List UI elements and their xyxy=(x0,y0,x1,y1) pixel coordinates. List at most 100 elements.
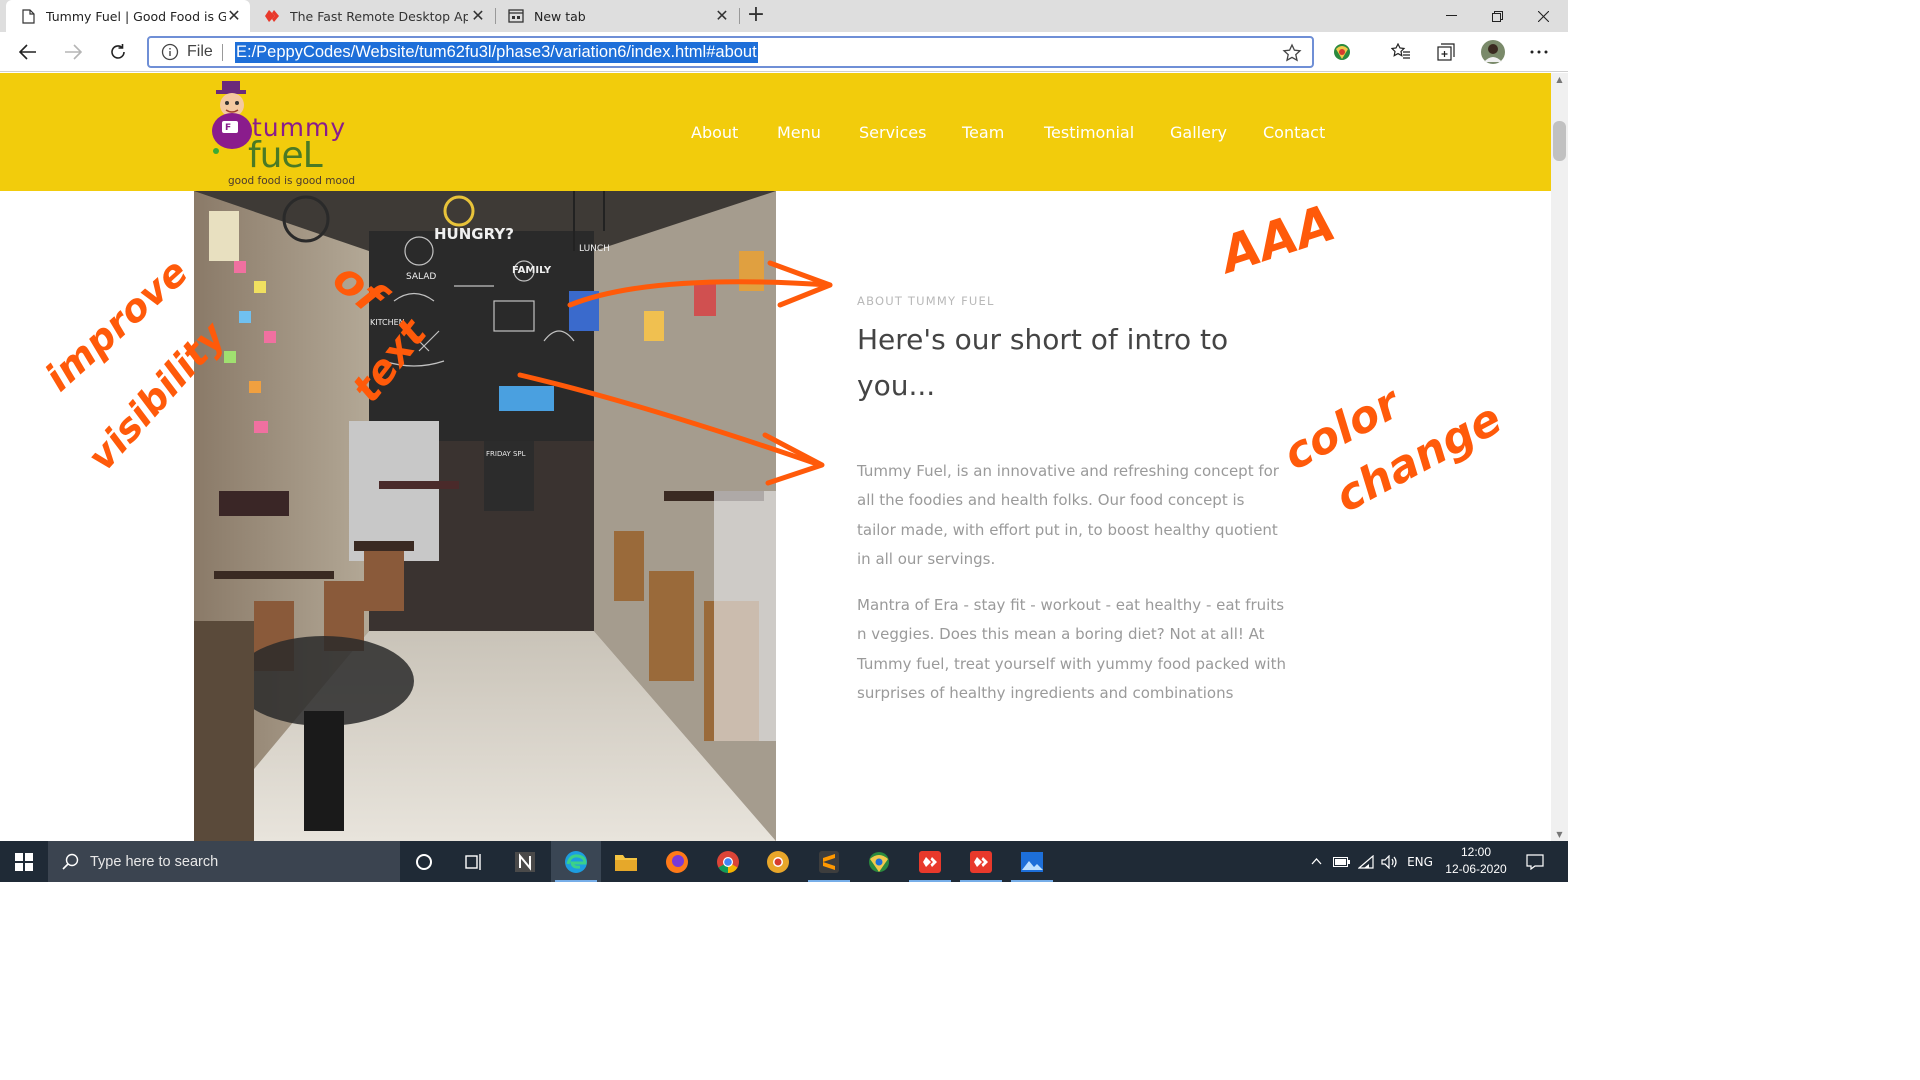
nav-about[interactable]: About xyxy=(691,123,738,142)
taskbar-app-anydesk-2[interactable] xyxy=(956,841,1006,882)
start-button[interactable] xyxy=(0,841,48,882)
taskbar-clock[interactable]: 12:00 12-06-2020 xyxy=(1438,844,1514,878)
photo-text-hungry: HUNGRY? xyxy=(434,225,514,243)
notion-icon xyxy=(515,851,535,872)
scroll-thumb[interactable] xyxy=(1553,121,1566,161)
info-icon[interactable] xyxy=(161,43,179,61)
folder-icon xyxy=(615,854,637,871)
page-scrollbar[interactable]: ▲ ▼ xyxy=(1551,73,1568,841)
taskbar-app-edge[interactable] xyxy=(551,841,601,882)
logo-tagline: good food is good mood xyxy=(228,175,356,187)
scheme-label: File xyxy=(187,43,213,60)
tab-title: The Fast Remote Desktop Application xyxy=(290,8,468,24)
chrome-canary-icon xyxy=(767,850,789,873)
close-window-button[interactable] xyxy=(1520,0,1566,32)
extension-icon[interactable] xyxy=(1326,36,1358,68)
photo-text-salad: SALAD xyxy=(406,272,436,282)
scroll-down-arrow[interactable]: ▼ xyxy=(1555,830,1564,839)
refresh-button[interactable] xyxy=(102,36,134,68)
photo-text-kitchen: KITCHEN xyxy=(370,318,405,327)
about-kicker: ABOUT TUMMY FUEL xyxy=(857,294,995,308)
photo-text-lunch: LUNCH xyxy=(579,244,610,254)
notifications-icon[interactable] xyxy=(1520,841,1550,882)
sublime-text-icon xyxy=(819,850,839,873)
windows-taskbar: Type here to search ENG 12:00 12-06-2020 xyxy=(0,841,1568,882)
wifi-icon[interactable] xyxy=(1355,841,1377,882)
photo-text-family: FAMILY xyxy=(512,265,552,276)
annotation-change: change xyxy=(1327,393,1510,522)
windows-logo-icon xyxy=(15,852,33,871)
taskbar-app-globe[interactable] xyxy=(854,841,904,882)
tab-new-tab[interactable]: New tab ✕ xyxy=(494,0,738,32)
tab-anydesk[interactable]: The Fast Remote Desktop Application ✕ xyxy=(250,0,494,32)
scroll-up-arrow[interactable]: ▲ xyxy=(1555,75,1564,84)
more-menu-icon[interactable] xyxy=(1523,36,1555,68)
task-view-button[interactable] xyxy=(449,841,499,882)
annotation-color: color xyxy=(1275,377,1410,481)
taskbar-app-anydesk-1[interactable] xyxy=(905,841,955,882)
tray-overflow-icon[interactable] xyxy=(1306,841,1326,882)
forward-button[interactable] xyxy=(57,36,89,68)
site-header: F tummy fueL good food is good mood Abou… xyxy=(0,73,1551,191)
restore-button[interactable] xyxy=(1474,0,1520,32)
profile-avatar[interactable] xyxy=(1477,36,1509,68)
logo-badge: F xyxy=(225,123,232,133)
site-logo[interactable]: F tummy fueL good food is good mood xyxy=(204,79,374,187)
language-indicator[interactable]: ENG xyxy=(1404,841,1436,882)
cortana-button[interactable] xyxy=(399,841,449,882)
tab-strip: Tummy Fuel | Good Food is Good Mood ✕ Th… xyxy=(0,0,1568,32)
tab-divider xyxy=(739,8,740,24)
volume-icon[interactable] xyxy=(1378,841,1400,882)
edge-icon xyxy=(565,850,587,873)
search-placeholder: Type here to search xyxy=(90,853,219,870)
tab-title: New tab xyxy=(534,8,586,24)
nav-gallery[interactable]: Gallery xyxy=(1170,123,1227,142)
nav-team[interactable]: Team xyxy=(962,123,1004,142)
nav-menu[interactable]: Menu xyxy=(777,123,821,142)
firefox-icon xyxy=(666,850,688,873)
address-bar[interactable]: File E:/PeppyCodes/Website/tum62fu3l/pha… xyxy=(147,36,1314,68)
favorite-star-icon[interactable] xyxy=(1282,43,1302,63)
chrome-icon xyxy=(717,850,739,873)
favorites-icon[interactable] xyxy=(1385,36,1417,68)
back-button[interactable] xyxy=(12,36,44,68)
nav-testimonial[interactable]: Testimonial xyxy=(1044,123,1134,142)
close-tab-icon[interactable]: ✕ xyxy=(714,8,730,24)
task-view-icon xyxy=(465,853,481,870)
about-photo: HUNGRY? FAMILY SALAD KITCHEN LUNCH FRIDA… xyxy=(194,191,776,841)
taskbar-app-chrome-canary[interactable] xyxy=(753,841,803,882)
about-heading: Here's our short of intro to you... xyxy=(857,323,1229,402)
search-icon xyxy=(62,853,79,870)
collections-icon[interactable] xyxy=(1430,36,1462,68)
globe-app-icon xyxy=(869,851,889,872)
new-tab-button[interactable]: + xyxy=(744,4,768,28)
taskbar-app-photos[interactable] xyxy=(1007,841,1057,882)
annotation-arrowhead-upper xyxy=(767,260,833,308)
cortana-icon xyxy=(416,853,432,870)
close-tab-icon[interactable]: ✕ xyxy=(470,8,486,24)
battery-icon[interactable] xyxy=(1330,841,1352,882)
about-paragraph-2: Mantra of Era - stay fit - workout - eat… xyxy=(857,596,1286,702)
nav-services[interactable]: Services xyxy=(859,123,926,142)
url-text[interactable]: E:/PeppyCodes/Website/tum62fu3l/phase3/v… xyxy=(235,42,758,63)
photos-icon xyxy=(1021,851,1043,872)
newtab-icon xyxy=(508,8,524,24)
photo-text-friday: FRIDAY SPL xyxy=(486,450,526,458)
taskbar-app-explorer[interactable] xyxy=(601,841,651,882)
tab-tummy-fuel[interactable]: Tummy Fuel | Good Food is Good Mood ✕ xyxy=(6,0,250,32)
close-tab-icon[interactable]: ✕ xyxy=(226,8,242,24)
annotation-improve: improve xyxy=(37,250,197,400)
minimize-button[interactable] xyxy=(1428,0,1474,32)
page-icon xyxy=(20,8,36,24)
taskbar-app-chrome[interactable] xyxy=(703,841,753,882)
annotation-aaa: AAA xyxy=(1210,193,1342,285)
taskbar-search[interactable]: Type here to search xyxy=(48,841,400,882)
logo-word-fuel: fueL xyxy=(248,135,323,176)
taskbar-app-sublime[interactable] xyxy=(804,841,854,882)
taskbar-app-notion[interactable] xyxy=(500,841,550,882)
nav-contact[interactable]: Contact xyxy=(1263,123,1325,142)
page-viewport: F tummy fueL good food is good mood Abou… xyxy=(0,73,1551,841)
about-paragraph-1: Tummy Fuel, is an innovative and refresh… xyxy=(857,462,1279,568)
browser-toolbar: File E:/PeppyCodes/Website/tum62fu3l/pha… xyxy=(0,32,1568,72)
taskbar-app-firefox[interactable] xyxy=(652,841,702,882)
